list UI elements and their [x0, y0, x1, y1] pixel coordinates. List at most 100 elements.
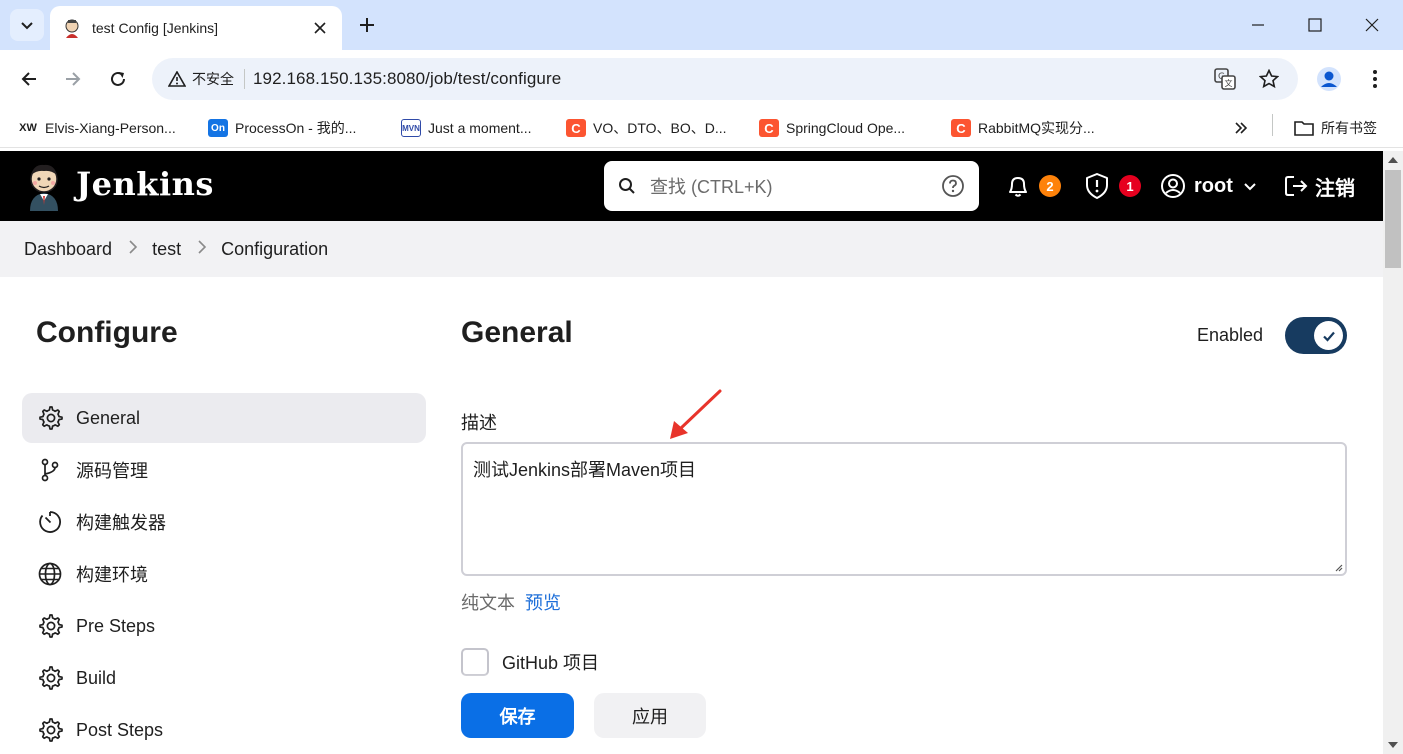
new-tab-button[interactable]: [354, 12, 380, 38]
sidebar-item-general[interactable]: General: [22, 393, 426, 443]
security-chip[interactable]: 不安全: [160, 64, 244, 94]
maximize-icon: [1308, 18, 1322, 32]
close-icon: [1365, 18, 1379, 32]
breadcrumb: Dashboard test Configuration: [0, 221, 1383, 277]
minimize-icon: [1252, 24, 1264, 26]
sidebar-item-label: 构建环境: [76, 565, 148, 585]
jenkins-brand[interactable]: Jenkins: [76, 165, 214, 203]
bookmark-item[interactable]: On ProcessOn - 我的...: [208, 116, 356, 140]
forward-button[interactable]: [56, 62, 90, 96]
star-icon: [1259, 69, 1279, 89]
preview-link[interactable]: 预览: [525, 589, 561, 615]
bookmark-item[interactable]: MVN Just a moment...: [401, 116, 531, 140]
all-bookmarks-button[interactable]: 所有书签: [1294, 116, 1377, 140]
globe-icon: [36, 560, 64, 588]
sidebar-item-triggers[interactable]: 构建触发器: [22, 497, 426, 547]
url-text[interactable]: 192.168.150.135:8080/job/test/configure: [253, 69, 561, 89]
folder-icon: [1294, 121, 1314, 136]
omnibox-actions: G文: [1210, 64, 1284, 94]
bookmark-item[interactable]: C SpringCloud Ope...: [759, 116, 905, 140]
arrow-right-icon: [66, 72, 81, 86]
bookmarks-overflow-button[interactable]: [1234, 116, 1248, 140]
chevron-right-icon: [128, 239, 138, 259]
tab-search-button[interactable]: [10, 9, 44, 41]
apply-button[interactable]: 应用: [594, 693, 706, 738]
gear-icon: [36, 612, 64, 640]
enabled-label: Enabled: [1197, 325, 1264, 345]
check-icon: [1322, 331, 1335, 342]
minimize-button[interactable]: [1235, 8, 1281, 42]
description-label: 描述: [461, 413, 497, 433]
reload-button[interactable]: [101, 62, 135, 96]
bookmark-star-button[interactable]: [1254, 64, 1284, 94]
back-button[interactable]: [12, 62, 46, 96]
sidebar-item-scm[interactable]: 源码管理: [22, 445, 426, 495]
maximize-button[interactable]: [1292, 8, 1338, 42]
browser-tab[interactable]: test Config [Jenkins]: [50, 6, 342, 50]
scroll-up-icon[interactable]: [1388, 157, 1398, 163]
chevron-down-icon: [21, 22, 33, 30]
divider: [244, 69, 245, 89]
reload-icon: [111, 71, 125, 86]
jenkins-logo-icon[interactable]: [24, 161, 64, 211]
divider: [1272, 114, 1273, 136]
bookmark-label: SpringCloud Ope...: [786, 120, 906, 136]
save-button[interactable]: 保存: [461, 693, 574, 738]
sticky-action-bar: [440, 672, 1370, 754]
sidebar-item-environment[interactable]: 构建环境: [22, 549, 426, 599]
sidebar-item-build[interactable]: Build: [22, 653, 426, 703]
user-icon: [1161, 174, 1185, 198]
jenkins-header: Jenkins 查找 (CTRL+K) 2 1 root 注销: [0, 151, 1383, 221]
sidebar-item-label: Build: [76, 667, 117, 688]
close-icon[interactable]: [310, 18, 330, 38]
bookmark-label: Just a moment...: [428, 120, 532, 136]
plus-icon: [360, 18, 374, 32]
double-chevron-right-icon: [1235, 122, 1248, 134]
logout-button[interactable]: 注销: [1283, 171, 1355, 201]
format-plain-text: 纯文本: [461, 593, 515, 613]
translate-button[interactable]: G文: [1210, 64, 1240, 94]
breadcrumb-dashboard[interactable]: Dashboard: [24, 239, 112, 260]
gear-icon: [36, 664, 64, 692]
user-menu[interactable]: root: [1160, 171, 1257, 201]
format-row: 纯文本 预览: [461, 589, 561, 615]
security-badge: 1: [1119, 175, 1141, 197]
breadcrumb-configuration[interactable]: Configuration: [221, 239, 328, 260]
svg-text:文: 文: [1225, 78, 1233, 88]
enabled-toggle[interactable]: [1285, 317, 1347, 354]
page-scrollbar[interactable]: [1383, 151, 1403, 754]
bookmarks-bar: XW Elvis-Xiang-Person... On ProcessOn - …: [0, 108, 1403, 148]
bell-icon: [1009, 177, 1027, 197]
notifications-button[interactable]: 2: [1005, 171, 1061, 201]
bookmark-item[interactable]: C RabbitMQ实现分...: [951, 116, 1095, 140]
breadcrumb-job[interactable]: test: [152, 239, 181, 260]
security-button[interactable]: 1: [1083, 171, 1141, 201]
arrow-left-icon: [21, 72, 36, 86]
bookmark-item[interactable]: XW Elvis-Xiang-Person...: [18, 116, 176, 140]
bookmark-item[interactable]: C VO、DTO、BO、D...: [566, 116, 727, 140]
mvn-favicon-icon: MVN: [401, 119, 421, 137]
sidebar-item-pre-steps[interactable]: Pre Steps: [22, 601, 426, 651]
window-close-button[interactable]: [1349, 8, 1395, 42]
browser-tabstrip: test Config [Jenkins]: [0, 0, 1403, 50]
description-value: 测试Jenkins部署Maven项目: [473, 460, 697, 480]
csdn-favicon-icon: C: [759, 119, 779, 137]
description-textarea[interactable]: 测试Jenkins部署Maven项目: [461, 442, 1347, 576]
more-vert-icon: [1373, 70, 1377, 88]
address-bar[interactable]: 不安全 192.168.150.135:8080/job/test/config…: [152, 58, 1298, 100]
search-input[interactable]: 查找 (CTRL+K): [650, 173, 941, 199]
scroll-down-icon[interactable]: [1388, 742, 1398, 748]
resize-handle-icon[interactable]: [1333, 562, 1343, 572]
chevron-down-icon: [1244, 183, 1256, 191]
annotation-arrow-icon: [670, 389, 722, 439]
help-icon[interactable]: [941, 174, 965, 198]
scroll-thumb[interactable]: [1385, 170, 1401, 268]
sidebar-item-post-steps[interactable]: Post Steps: [22, 705, 426, 754]
csdn-favicon-icon: C: [951, 119, 971, 137]
jenkins-search-box[interactable]: 查找 (CTRL+K): [604, 161, 979, 211]
section-title: General: [461, 316, 573, 349]
sidebar-title: Configure: [36, 316, 178, 349]
browser-menu-button[interactable]: [1360, 63, 1390, 95]
profile-button[interactable]: [1313, 63, 1345, 95]
bookmark-label: VO、DTO、BO、D...: [593, 120, 727, 136]
